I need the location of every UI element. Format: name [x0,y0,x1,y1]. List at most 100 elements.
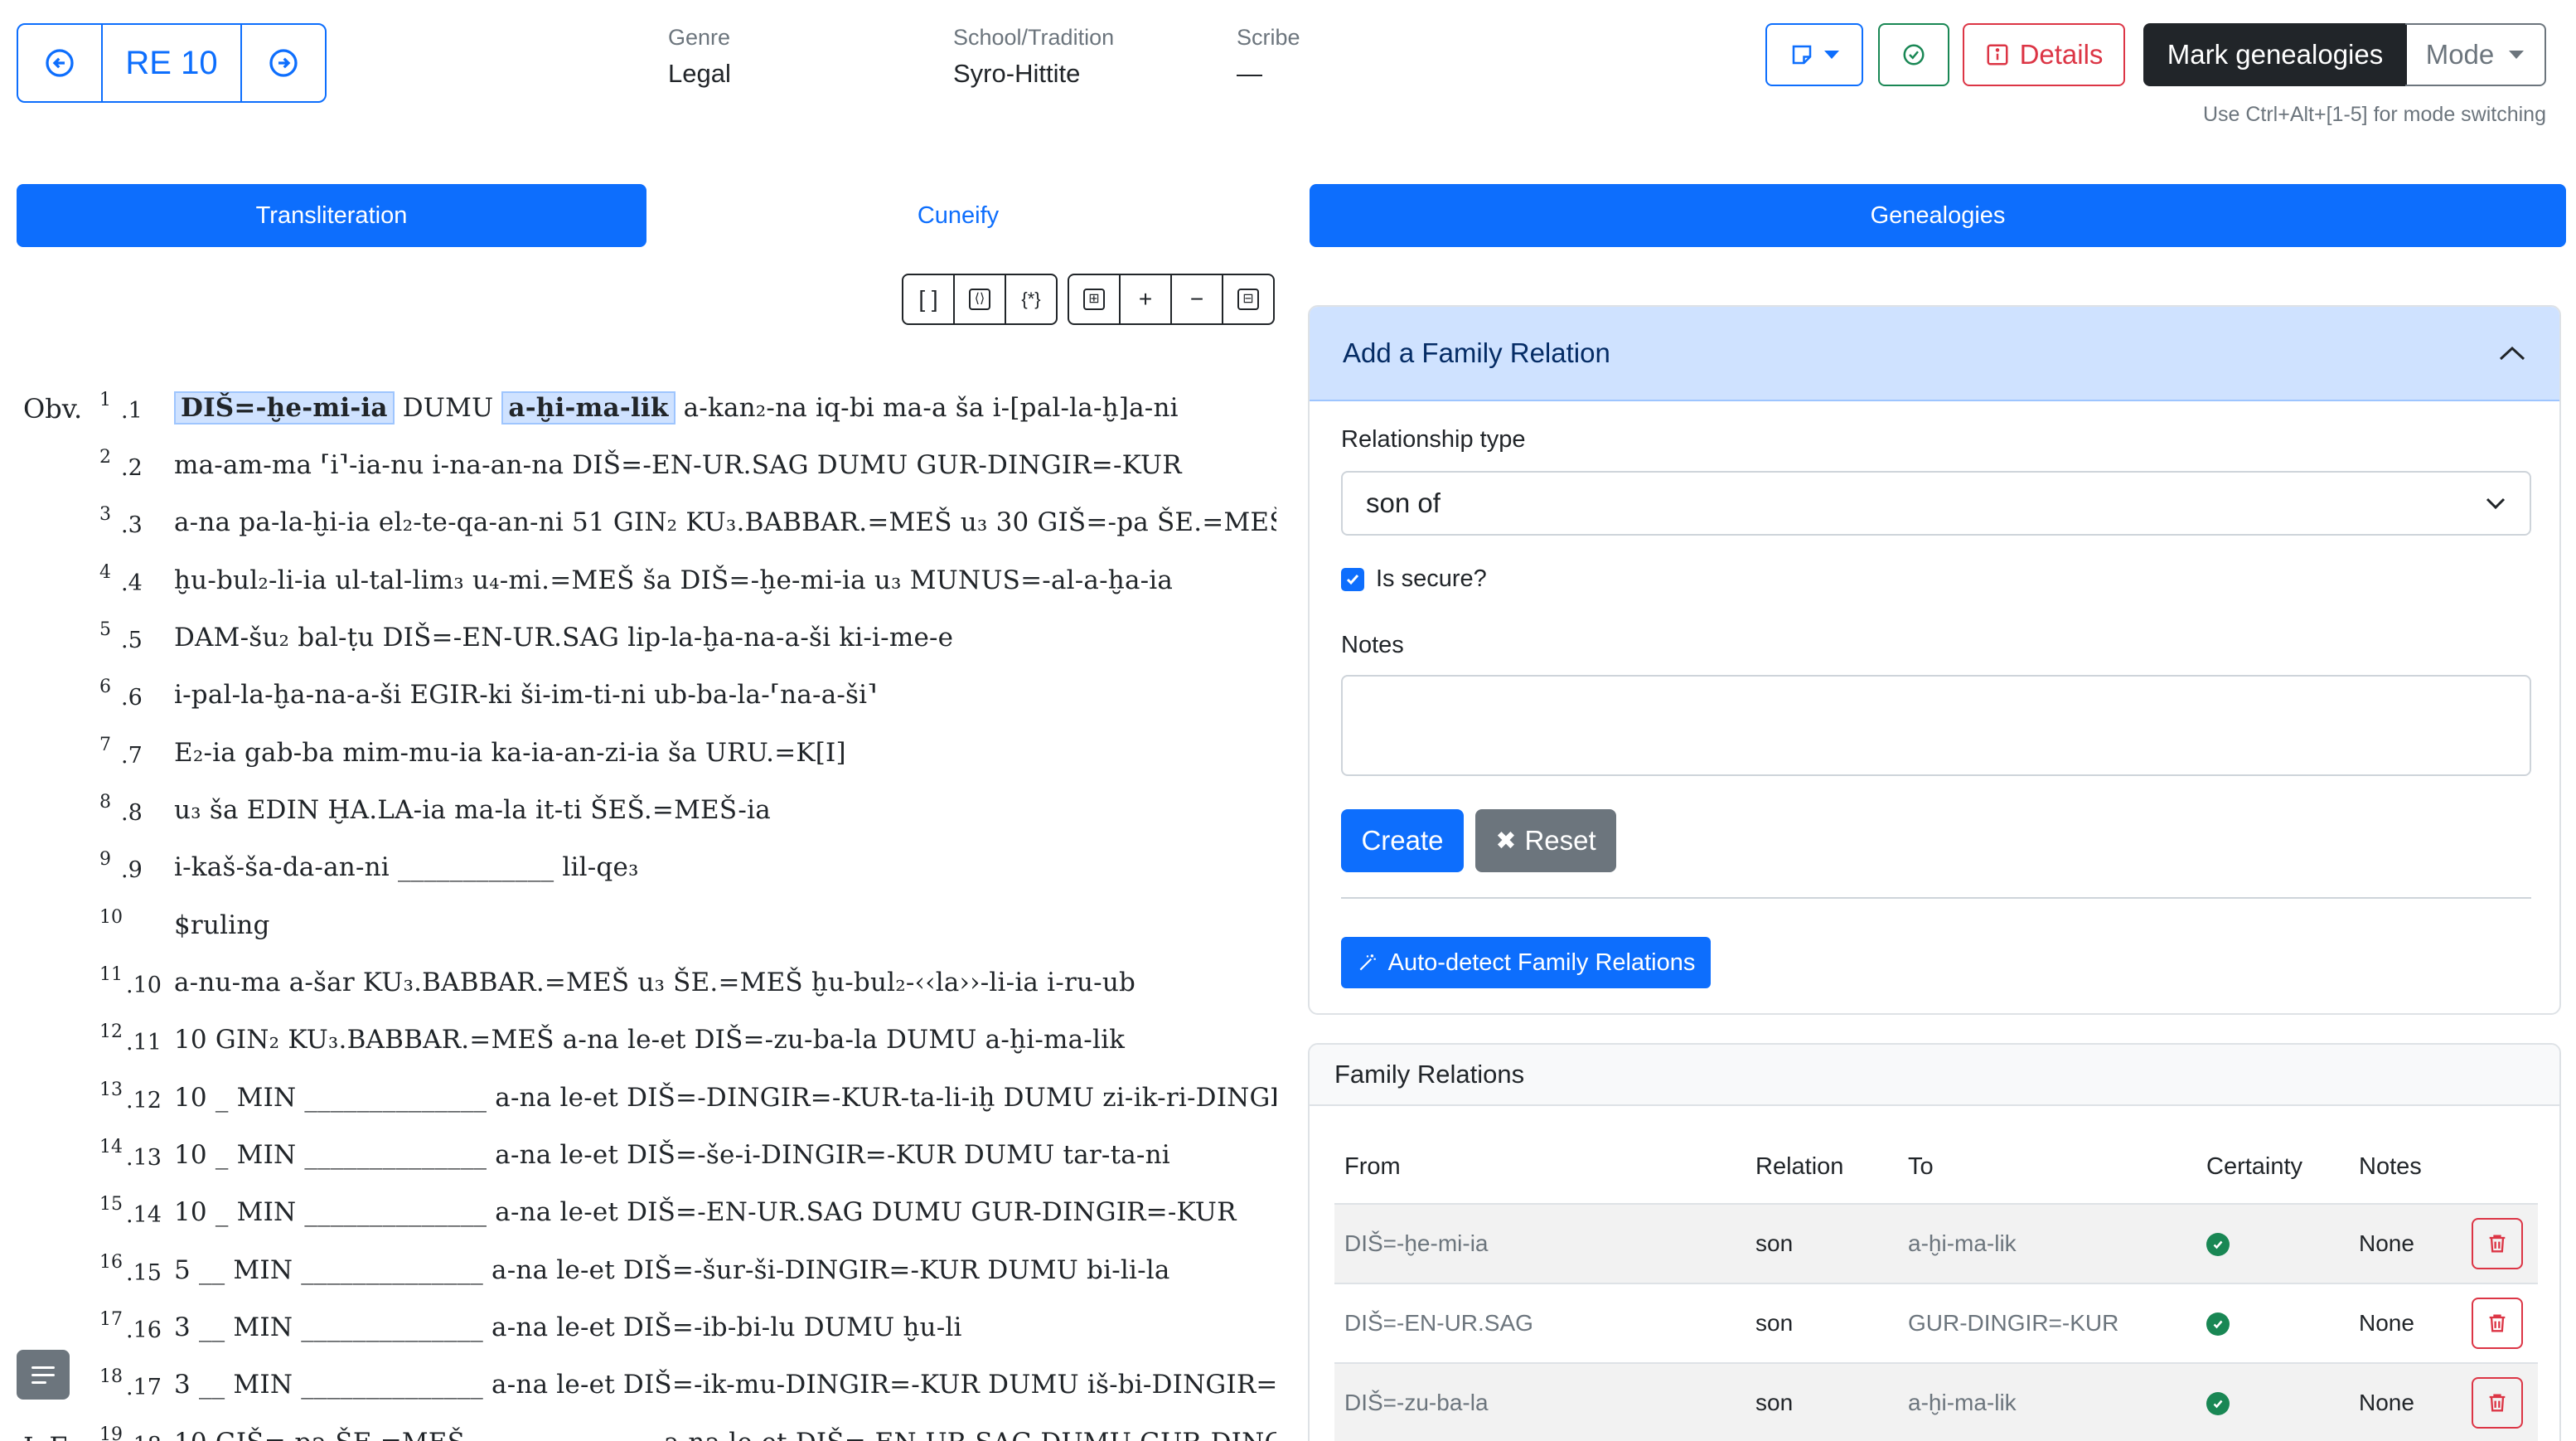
column-header-from: From [1334,1131,1746,1205]
trash-icon [2489,1394,2506,1412]
determinative-label: {*} [1021,289,1041,309]
line-text[interactable]: u₃ ša EDIN ḪA.LA-ia ma-la it-ti ŠEŠ.=MEŠ… [174,795,771,825]
text-line: Obv. 1 .1 DIŠ=-ḫe-mi-ia DUMU a-ḫi-ma-lik… [0,381,1276,431]
line-text[interactable]: 10 _ MIN ______________ a-na le-et DIŠ=-… [174,1197,1237,1227]
auto-detect-button[interactable]: Auto-detect Family Relations [1341,937,1711,988]
mode-label: Mode [2425,39,2495,70]
create-button[interactable]: Create [1341,809,1464,872]
text-line: 14 .13 10 _ MIN ______________ a-na le-e… [0,1128,1276,1178]
add-relation-header[interactable]: Add a Family Relation [1310,307,2559,401]
text-line: 10 $ruling [0,899,1276,949]
line-text[interactable]: i-kaš-ša-da-an-ni ____________ lil-qe₃ [174,852,639,882]
actions-cell [2462,1283,2538,1364]
validate-button[interactable] [1878,23,1949,86]
line-text[interactable]: 10 GIŠ=-pa ŠE.=MEŠ ______________ a-na l… [174,1428,1276,1441]
line-side: L.E. [23,1431,77,1441]
line-text[interactable]: a-na pa-la-ḫi-ia el₂-te-qa-an-ni 51 GIN₂… [174,507,1276,537]
minus-square-icon: ⊟ [1237,289,1259,310]
line-sub-number: .1 [121,398,143,424]
trash-icon [2489,1235,2506,1253]
line-text[interactable]: a-nu-ma a-šar KU₃.BABBAR.=MEŠ u₃ ŠE.=MEŠ… [174,968,1135,997]
brackets-button[interactable]: [ ] [902,274,955,325]
table-row: DIŠ=-ḫe-mi-ia son a-ḫi-ma-lik None [1334,1204,2538,1284]
line-text[interactable]: 10 GIN₂ KU₃.BABBAR.=MEŠ a-na le-et DIŠ=-… [174,1025,1125,1055]
line-text[interactable]: 3 __ MIN ______________ a-na le-et DIŠ=-… [174,1312,962,1342]
chevron-down-icon [2486,497,2506,510]
from-cell: DIŠ=-EN-UR.SAG [1334,1283,1746,1364]
expand-all-button[interactable]: ⊞ [1068,274,1121,325]
sticky-note-icon [1792,45,1812,65]
column-header-to: To [1898,1131,2196,1205]
collapse-all-button[interactable]: ⊟ [1222,274,1275,325]
zoom-out-button[interactable]: − [1170,274,1223,325]
delete-relation-button[interactable] [2472,1298,2523,1349]
text-line: 3 .3 a-na pa-la-ḫi-ia el₂-te-qa-an-ni 51… [0,496,1276,546]
to-cell: a-ḫi-ma-lik [1898,1204,2196,1284]
line-text[interactable]: 10 _ MIN ______________ a-na le-et DIŠ=-… [174,1140,1170,1170]
next-document-button[interactable] [242,25,325,101]
is-secure-checkbox[interactable] [1341,567,1364,591]
school-value: Syro-Hittite [953,59,1081,88]
text-line: 18 .17 3 __ MIN ______________ a-na le-e… [0,1358,1276,1408]
relationship-type-select[interactable]: son of [1341,471,2531,536]
text-line: 13 .12 10 _ MIN ______________ a-na le-e… [0,1071,1276,1121]
zoom-tools: ⊞ + − ⊟ [1068,274,1275,325]
notes-cell: None [2349,1363,2462,1441]
notes-textarea[interactable] [1341,675,2531,776]
line-text[interactable]: ma-am-ma ⸢i⸣-ia-nu i-na-an-na DIŠ=-EN-UR… [174,450,1182,480]
table-row: DIŠ=-EN-UR.SAG son GUR-DINGIR=-KUR None [1334,1283,2538,1364]
notes-dropdown-button[interactable] [1765,23,1863,86]
line-number: 19 [99,1424,123,1441]
delete-relation-button[interactable] [2472,1377,2523,1429]
highlighted-name[interactable]: a-ḫi-ma-lik [501,391,675,425]
line-text-rest: a-kan₂-na iq-bi ma-a ša i-[pal-la-ḫ]a-ni [675,393,1179,423]
outline-toggle-button[interactable] [17,1350,70,1400]
text-line: 6 .6 i-pal-la-ḫa-na-a-ši EGIR-ki ši-im-t… [0,668,1276,718]
line-number: 12 [99,1021,123,1042]
line-number: 17 [99,1309,123,1330]
document-id-button[interactable]: RE 10 [101,25,242,101]
line-number: 15 [99,1194,123,1215]
mode-dropdown-button[interactable]: Mode [2405,23,2546,86]
highlighted-name[interactable]: DIŠ=-ḫe-mi-ia [174,391,395,425]
line-text[interactable]: ḫu-bul₂-li-ia ul-tal-lim₃ u₄-mi.=MEŠ ša … [174,565,1173,595]
tab-transliteration[interactable]: Transliteration [17,184,646,247]
family-relations-title: Family Relations [1310,1045,2559,1106]
notes-cell: None [2349,1283,2462,1364]
line-sub-number: .12 [126,1088,162,1114]
mark-genealogies-button[interactable]: Mark genealogies [2143,23,2407,86]
text-line: 9 .9 i-kaš-ša-da-an-ni ____________ lil-… [0,841,1276,890]
chevron-down-icon [1824,51,1839,59]
line-number: 6 [99,677,111,697]
line-text[interactable]: 5 __ MIN ______________ a-na le-et DIŠ=-… [174,1255,1170,1285]
details-button[interactable]: Details [1963,23,2125,86]
previous-document-button[interactable] [18,25,101,101]
add-relation-card: Add a Family Relation Relationship type … [1308,305,2561,1015]
line-text[interactable]: 10 _ MIN ______________ a-na le-et DIŠ=-… [174,1083,1276,1113]
line-sub-number: .11 [126,1030,162,1055]
tab-cuneify[interactable]: Cuneify [646,184,1270,247]
relationship-type-value: son of [1366,488,1441,518]
minus-icon: − [1189,286,1204,312]
line-text[interactable]: E₂-ia gab-ba mim-mu-ia ka-ia-an-zi-ia ša… [174,738,846,768]
delete-relation-button[interactable] [2472,1218,2523,1269]
line-text[interactable]: $ruling [174,910,270,940]
line-text[interactable]: i-pal-la-ḫa-na-a-ši EGIR-ki ši-im-ti-ni … [174,680,878,710]
tab-genealogies[interactable]: Genealogies [1310,184,2566,247]
line-sub-number: .9 [121,857,143,883]
line-text[interactable]: DAM-šu₂ bal-ṭu DIŠ=-EN-UR.SAG lip-la-ḫa-… [174,623,953,653]
document-navigation: RE 10 [17,23,327,103]
code-toggle-button[interactable]: ⟨⟩ [953,274,1006,325]
school-meta: School/Tradition Syro-Hittite [953,25,1114,89]
list-icon [31,1380,46,1384]
line-number: 1 [99,390,111,410]
zoom-in-button[interactable]: + [1119,274,1172,325]
reset-button[interactable]: ✖ Reset [1475,809,1616,872]
line-number: 5 [99,619,111,640]
line-number: 10 [99,907,123,928]
reset-label: Reset [1524,825,1596,856]
determinative-button[interactable]: {*} [1005,274,1058,325]
line-text[interactable]: 3 __ MIN ______________ a-na le-et DIŠ=-… [174,1370,1276,1400]
plus-square-icon: ⊞ [1083,289,1105,310]
line-sub-number: .13 [126,1145,162,1171]
